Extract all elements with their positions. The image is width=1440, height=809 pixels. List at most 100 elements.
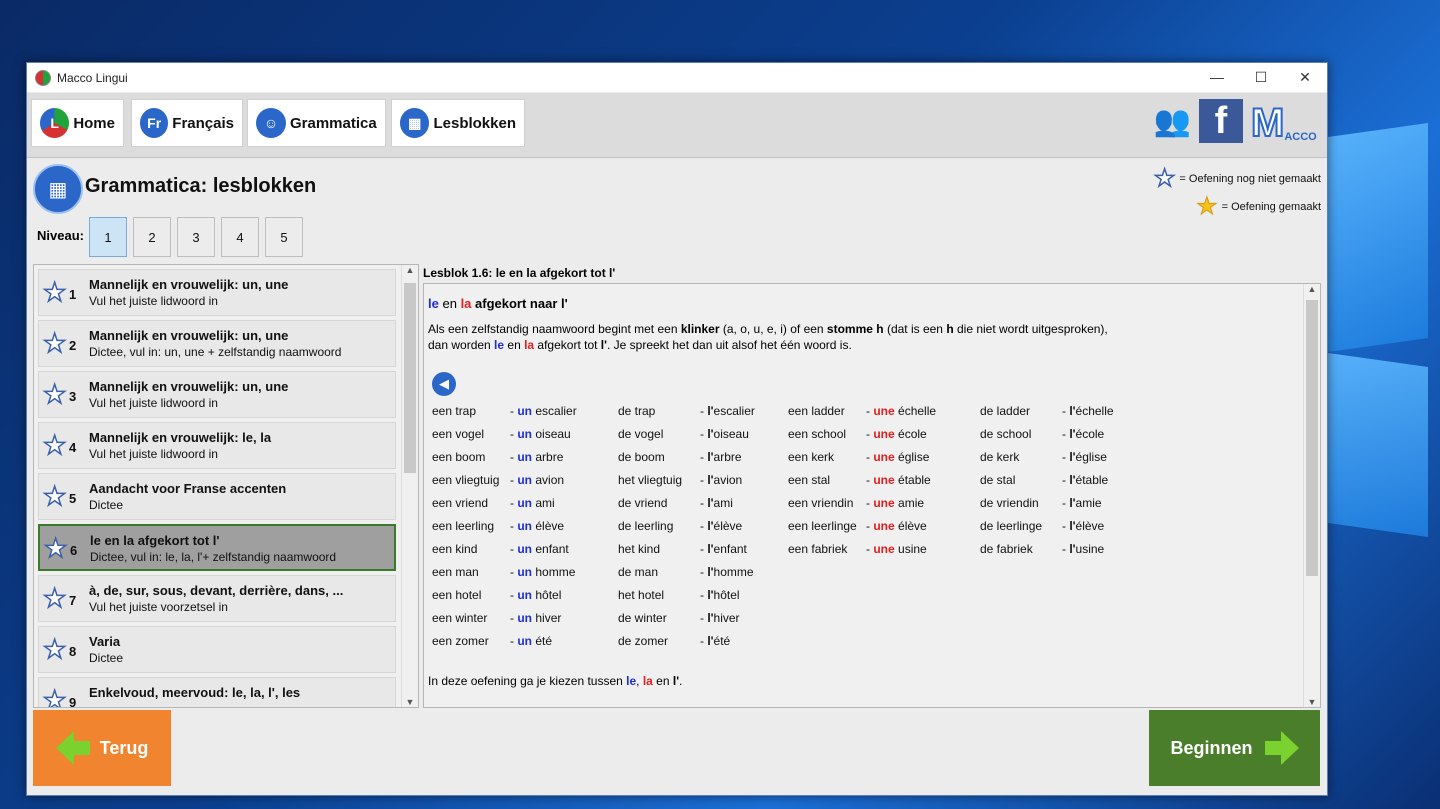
- dutch-indef: een fabriek: [788, 542, 848, 556]
- level-button-4[interactable]: 4: [221, 217, 259, 257]
- content-scrollbar[interactable]: ▲ ▼: [1303, 284, 1320, 707]
- dutch-indef: een trap: [432, 404, 477, 418]
- users-icon[interactable]: 👥: [1154, 104, 1191, 139]
- dutch-def: de leerlinge: [980, 519, 1043, 533]
- niveau-label: Niveau:: [37, 228, 84, 243]
- back-button[interactable]: Terug: [33, 710, 171, 786]
- footer-le: le: [626, 674, 637, 688]
- dutch-indef: een kerk: [788, 450, 835, 464]
- french-def: - l'enfant: [700, 542, 747, 556]
- facebook-icon[interactable]: f: [1199, 99, 1243, 143]
- arrow-left-icon: [55, 731, 90, 765]
- article-un: un: [517, 542, 533, 556]
- dutch-indef: een boom: [432, 450, 486, 464]
- lesson-item-4[interactable]: ★ 4 Mannelijk en vrouwelijk: le, la Vul het…: [38, 422, 396, 469]
- minimize-button[interactable]: —: [1195, 69, 1239, 86]
- vocab-row: een hotel - un hôtel het hotel - l'hôtel: [432, 588, 1292, 611]
- arrow-right-icon: [1264, 731, 1299, 765]
- dutch-indef: een kind: [432, 542, 478, 556]
- lesson-item-8[interactable]: ★ 8 Varia Dictee: [38, 626, 396, 673]
- french-indef: - un avion: [510, 473, 565, 487]
- explanation-line-1: Als een zelfstandig naamwoord begint met…: [428, 322, 1108, 336]
- scroll-up-icon[interactable]: ▲: [402, 265, 418, 275]
- noun: étable: [898, 473, 931, 487]
- start-button[interactable]: Beginnen: [1149, 710, 1320, 786]
- article-un: un: [517, 611, 533, 625]
- level-button-2[interactable]: 2: [133, 217, 171, 257]
- article-un: un: [517, 450, 533, 464]
- close-button[interactable]: ✕: [1283, 69, 1327, 86]
- noun: élève: [898, 519, 927, 533]
- noun: oiseau: [535, 427, 571, 441]
- speaker-icon[interactable]: ◀: [432, 372, 456, 396]
- lesson-subtitle: Vul het juiste lidwoord in: [89, 294, 218, 308]
- dutch-indef: een vogel: [432, 427, 485, 441]
- lesson-subtitle: Vul het juiste lidwoord in: [89, 396, 218, 410]
- noun: homme: [713, 565, 754, 579]
- lesson-item-3[interactable]: ★ 3 Mannelijk en vrouwelijk: un, une Vul he…: [38, 371, 396, 418]
- p1-c: (a, o, u, e, i) of een: [719, 322, 827, 336]
- grammatica-button[interactable]: ☺ Grammatica: [247, 99, 386, 147]
- article-une: une: [873, 496, 895, 510]
- french-indef: - une amie: [866, 496, 925, 510]
- french-def: - l'avion: [700, 473, 743, 487]
- start-label: Beginnen: [1170, 737, 1253, 758]
- noun: avion: [713, 473, 743, 487]
- french-indef: - une échelle: [866, 404, 937, 418]
- p1-g: die niet wordt uitgesproken),: [953, 322, 1108, 336]
- noun: ami: [713, 496, 733, 510]
- dutch-def: de boom: [618, 450, 665, 464]
- level-button-3[interactable]: 3: [177, 217, 215, 257]
- dutch-def: de kerk: [980, 450, 1020, 464]
- lesson-subtitle: Dictee, vul in: le, la, l'+ zelfstandig …: [90, 550, 337, 564]
- lesson-item-6[interactable]: ★ 6 le en la afgekort tot l' Dictee, vul in…: [38, 524, 396, 571]
- scrollbar-thumb[interactable]: [1306, 300, 1318, 576]
- level-button-1[interactable]: 1: [89, 217, 127, 257]
- french-indef: - une école: [866, 427, 927, 441]
- heading-la: la: [460, 296, 472, 311]
- french-indef: - un arbre: [510, 450, 564, 464]
- noun: oiseau: [713, 427, 749, 441]
- noun: église: [1075, 450, 1107, 464]
- home-label: Home: [73, 114, 115, 132]
- french-indef: - un enfant: [510, 542, 569, 556]
- scrollbar-thumb[interactable]: [404, 283, 416, 473]
- scroll-up-icon[interactable]: ▲: [1304, 284, 1320, 294]
- dutch-indef: een man: [432, 565, 479, 579]
- grammatica-label: Grammatica: [290, 114, 377, 132]
- level-button-5[interactable]: 5: [265, 217, 303, 257]
- lesson-item-7[interactable]: ★ 7 à, de, sur, sous, devant, derrière, da…: [38, 575, 396, 622]
- francais-button[interactable]: Fr Français: [131, 99, 243, 147]
- noun: été: [535, 634, 553, 648]
- french-indef: - un escalier: [510, 404, 577, 418]
- dutch-indef: een leerlinge: [788, 519, 857, 533]
- star-outline-icon: ★: [1153, 164, 1176, 193]
- home-button[interactable]: L Home: [31, 99, 124, 147]
- lesson-title: Mannelijk en vrouwelijk: le, la: [89, 430, 272, 445]
- macco-logo-text: ACCO: [1284, 131, 1317, 143]
- dutch-indef: een vriendin: [788, 496, 854, 510]
- article-un: un: [517, 427, 533, 441]
- macco-logo-icon[interactable]: M ACCO: [1250, 99, 1321, 144]
- dutch-indef: een vriend: [432, 496, 489, 510]
- noun: arbre: [713, 450, 742, 464]
- grammar-head-icon: ☺: [256, 108, 286, 138]
- maximize-button[interactable]: ☐: [1239, 69, 1283, 86]
- p1-e: (dat is een: [883, 322, 947, 336]
- noun: amie: [898, 496, 925, 510]
- lesson-item-5[interactable]: ★ 5 Aandacht voor Franse accenten Dictee: [38, 473, 396, 520]
- dutch-indef: een ladder: [788, 404, 845, 418]
- noun: hôtel: [713, 588, 740, 602]
- lesson-subtitle: Dictee: [89, 651, 124, 665]
- lesblokken-button[interactable]: ▦ Lesblokken: [391, 99, 525, 147]
- legend-not-done-text: = Oefening nog niet gemaakt: [1179, 172, 1321, 185]
- lesson-item-1[interactable]: ★ 1 Mannelijk en vrouwelijk: un, une Vul he…: [38, 269, 396, 316]
- lesson-title: Lesblok 1.6: le en la afgekort tot l': [423, 266, 616, 280]
- lesson-list-scrollbar[interactable]: ▲ ▼: [401, 265, 418, 707]
- dutch-def: de school: [980, 427, 1032, 441]
- dutch-def: het vliegtuig: [618, 473, 683, 487]
- french-def: - l'élève: [700, 519, 743, 533]
- lesson-item-2[interactable]: ★ 2 Mannelijk en vrouwelijk: un, une Dictee…: [38, 320, 396, 367]
- article-une: une: [873, 519, 895, 533]
- title-bar: Macco Lingui — ☐ ✕: [27, 63, 1327, 92]
